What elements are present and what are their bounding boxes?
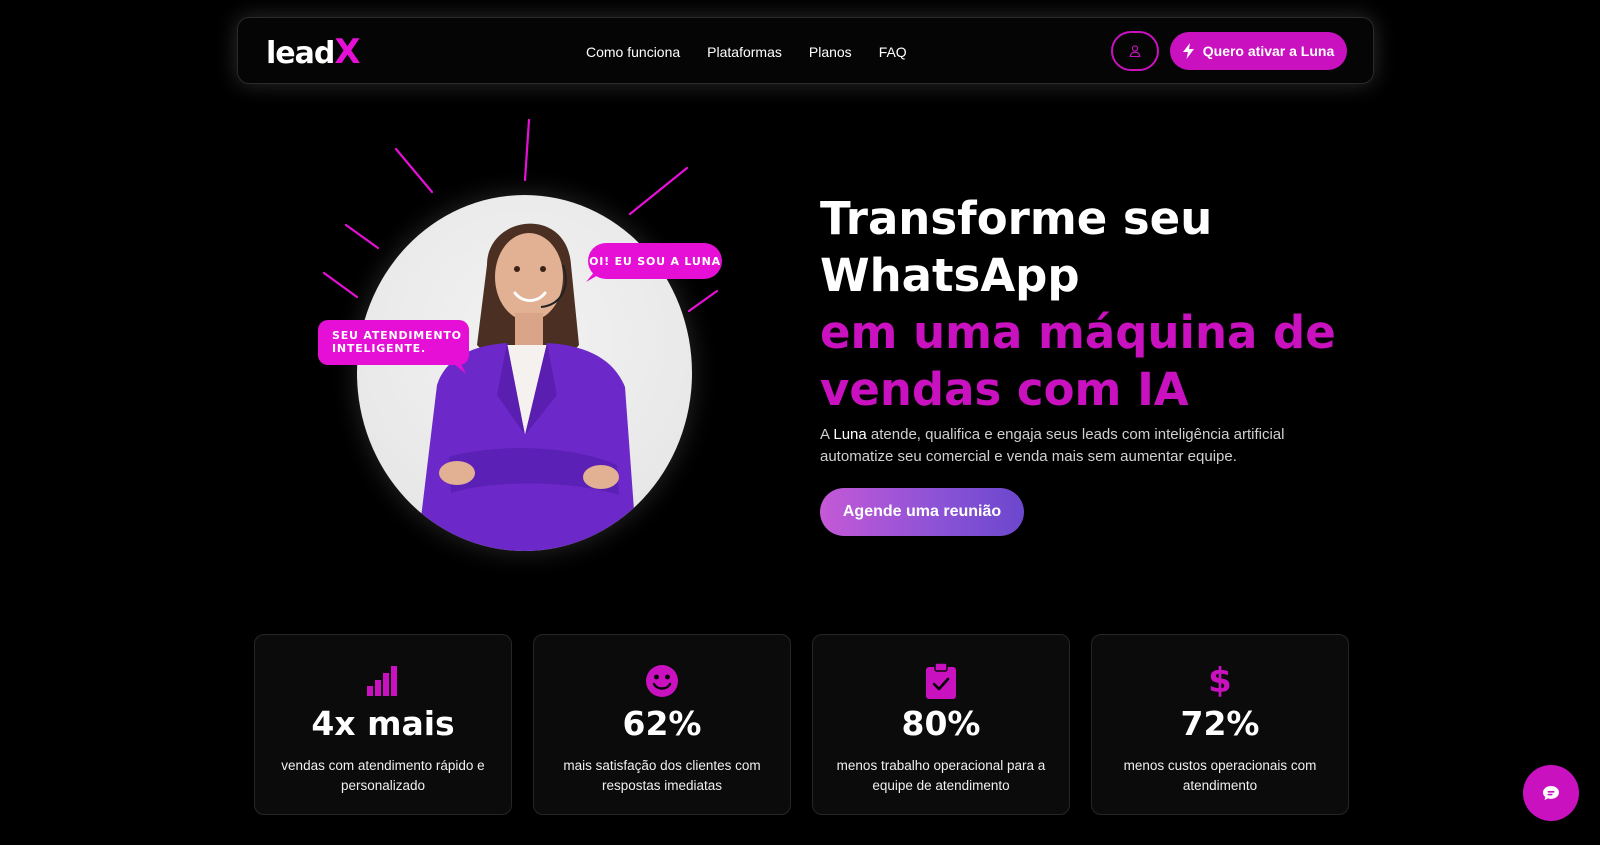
nav-links: Como funciona Plataformas Planos FAQ	[586, 18, 907, 85]
bubble-left-tail	[452, 362, 466, 374]
leadx-logo[interactable]: lead X	[266, 32, 361, 72]
navbar: lead X Como funciona Plataformas Planos F…	[237, 17, 1374, 84]
nav-link-planos[interactable]: Planos	[809, 44, 852, 60]
hero-illustration: OI! EU SOU A LUNA SEU ATENDIMENTO INTELI…	[300, 110, 740, 560]
hero-subtitle: A Luna atende, qualifica e engaja seus l…	[820, 426, 1285, 465]
stat-value: 72%	[1180, 704, 1260, 743]
stat-value: 62%	[622, 704, 702, 743]
smile-icon	[644, 663, 680, 699]
stat-value: 80%	[901, 704, 981, 743]
stat-card: $ 72% menos custos operacionais com aten…	[1091, 634, 1349, 815]
stat-card: 80% menos trabalho operacional para a eq…	[812, 634, 1070, 815]
stat-description: menos custos operacionais com atendiment…	[1123, 758, 1317, 793]
stat-card: 62% mais satisfação dos clientes com res…	[533, 634, 791, 815]
nav-link-como-funciona[interactable]: Como funciona	[586, 44, 680, 60]
user-button[interactable]	[1111, 31, 1159, 71]
stats-section: 4x mais vendas com atendimento rápido e …	[254, 634, 1349, 815]
stat-description: menos trabalho operacional para a equipe…	[836, 758, 1046, 793]
bar-chart-icon	[365, 663, 401, 699]
bubble-luna-greeting: OI! EU SOU A LUNA	[588, 243, 722, 279]
stat-description: mais satisfação dos clientes com respost…	[563, 758, 761, 793]
user-icon	[1129, 45, 1141, 58]
dollar-icon: $	[1208, 661, 1232, 701]
clipboard-check-icon	[923, 663, 959, 699]
stat-description: vendas com atendimento rápido e personal…	[281, 758, 485, 793]
chat-bubble-icon	[1543, 786, 1559, 800]
chat-button[interactable]	[1523, 765, 1579, 821]
hero-title: Transforme seu WhatsApp em uma máquina d…	[820, 192, 1336, 416]
nav-link-faq[interactable]: FAQ	[879, 44, 907, 60]
bubble-smart-service: SEU ATENDIMENTO INTELIGENTE.	[318, 320, 469, 365]
activate-luna-label: Quero ativar a Luna	[1202, 43, 1335, 59]
stat-value: 4x mais	[311, 704, 455, 743]
schedule-meeting-button[interactable]: Agende uma reunião	[820, 488, 1024, 536]
stat-card: 4x mais vendas com atendimento rápido e …	[254, 634, 512, 815]
bubble-right-tail	[586, 270, 600, 282]
lightning-icon	[1182, 43, 1194, 59]
nav-link-plataformas[interactable]: Plataformas	[707, 44, 782, 60]
activate-luna-button[interactable]: Quero ativar a Luna	[1170, 32, 1347, 70]
